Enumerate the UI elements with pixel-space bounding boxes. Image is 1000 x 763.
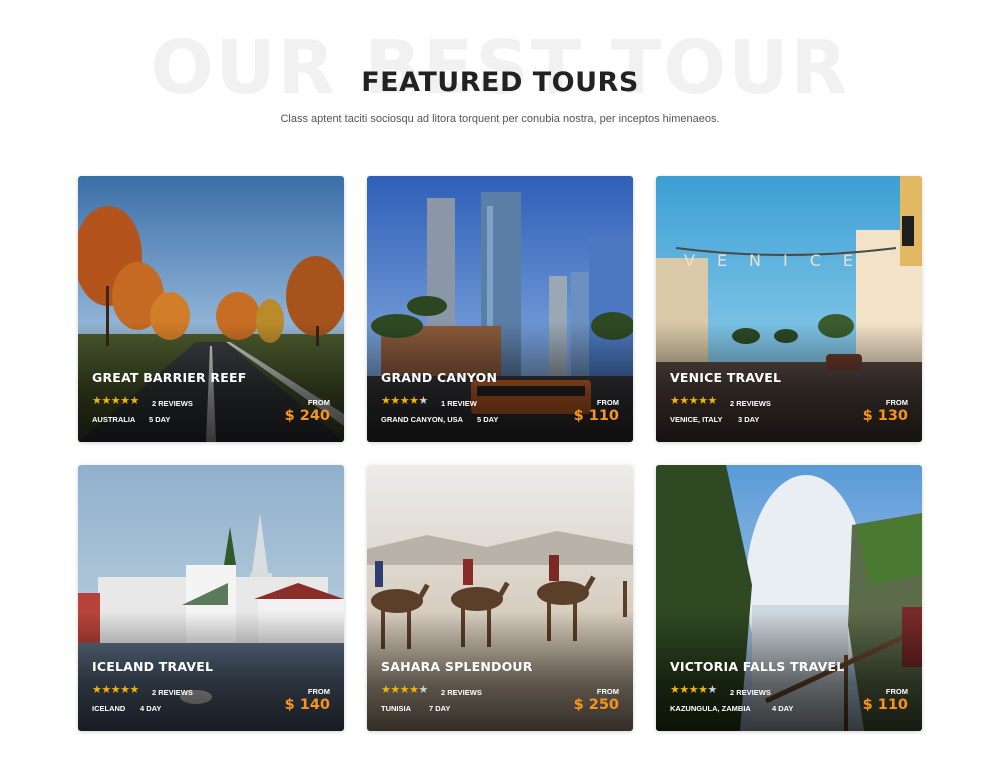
tour-card-grand-canyon[interactable]: GRAND CANYON ★★★★★ 1 REVIEW GRAND CANYON… [367,176,633,442]
section-header: OUR BEST TOUR FEATURED TOURS Class apten… [0,0,1000,150]
review-count: 2 REVIEWS [152,688,193,697]
tour-price: $ 250 [573,697,619,713]
price-from-label: FROM [885,398,908,407]
tour-price: $ 110 [573,408,619,424]
price-from-label: FROM [307,398,330,407]
section-title: FEATURED TOURS [361,67,639,98]
tour-card-victoria-falls-travel[interactable]: VICTORIA FALLS TRAVEL ★★★★★ 2 REVIEWS KA… [656,465,922,731]
review-count: 1 REVIEW [441,399,477,408]
rating-stars: ★★★★★ [670,395,717,407]
tour-title[interactable]: GRAND CANYON [381,370,497,385]
svg-text:VENICE: VENICE [684,251,875,270]
tour-card-great-barrier-reef[interactable]: GREAT BARRIER REEF ★★★★★ 2 REVIEWS AUSTR… [78,176,344,442]
price-from-label: FROM [885,687,908,696]
price-from-label: FROM [596,687,619,696]
rating-stars: ★★★★★ [670,684,717,696]
tour-duration: 5 DAY [477,415,499,424]
tour-location: AUSTRALIA [92,415,136,424]
rating-stars: ★★★★★ [92,395,139,407]
tour-card-sahara-splendour[interactable]: SAHARA SPLENDOUR ★★★★★ 2 REVIEWS TUNISIA… [367,465,633,731]
tour-title[interactable]: VENICE TRAVEL [670,370,781,385]
tour-duration: 4 DAY [772,704,794,713]
price-from-label: FROM [596,398,619,407]
tour-price: $ 110 [862,697,908,713]
tour-price: $ 140 [284,697,330,713]
tour-duration: 4 DAY [140,704,162,713]
review-count: 2 REVIEWS [152,399,193,408]
review-count: 2 REVIEWS [730,688,771,697]
tour-title[interactable]: ICELAND TRAVEL [92,659,213,674]
tour-location: TUNISIA [381,704,411,713]
review-count: 2 REVIEWS [441,688,482,697]
tour-title[interactable]: SAHARA SPLENDOUR [381,659,533,674]
price-from-label: FROM [307,687,330,696]
tour-title[interactable]: GREAT BARRIER REEF [92,370,246,385]
tour-location: VENICE, ITALY [670,415,723,424]
tour-location: GRAND CANYON, USA [381,415,464,424]
tour-duration: 7 DAY [429,704,451,713]
review-count: 2 REVIEWS [730,399,771,408]
tour-price: $ 240 [284,408,330,424]
section-subtitle: Class aptent taciti sociosqu ad litora t… [280,113,720,125]
rating-stars: ★★★★★ [381,684,428,696]
tour-location: ICELAND [92,704,126,713]
tour-card-iceland-travel[interactable]: ICELAND TRAVEL ★★★★★ 2 REVIEWS ICELAND 4… [78,465,344,731]
tour-grid: GREAT BARRIER REEF ★★★★★ 2 REVIEWS AUSTR… [78,176,922,732]
tour-location: KAZUNGULA, ZAMBIA [670,704,751,713]
tour-duration: 3 DAY [738,415,760,424]
tour-title[interactable]: VICTORIA FALLS TRAVEL [670,659,844,674]
rating-stars: ★★★★★ [381,395,428,407]
rating-stars: ★★★★★ [92,684,139,696]
tour-card-venice-travel[interactable]: VENICE VENICE TRAVEL ★★★★★ 2 REVIEWS VEN… [656,176,922,442]
tour-duration: 5 DAY [149,415,171,424]
tour-price: $ 130 [862,408,908,424]
